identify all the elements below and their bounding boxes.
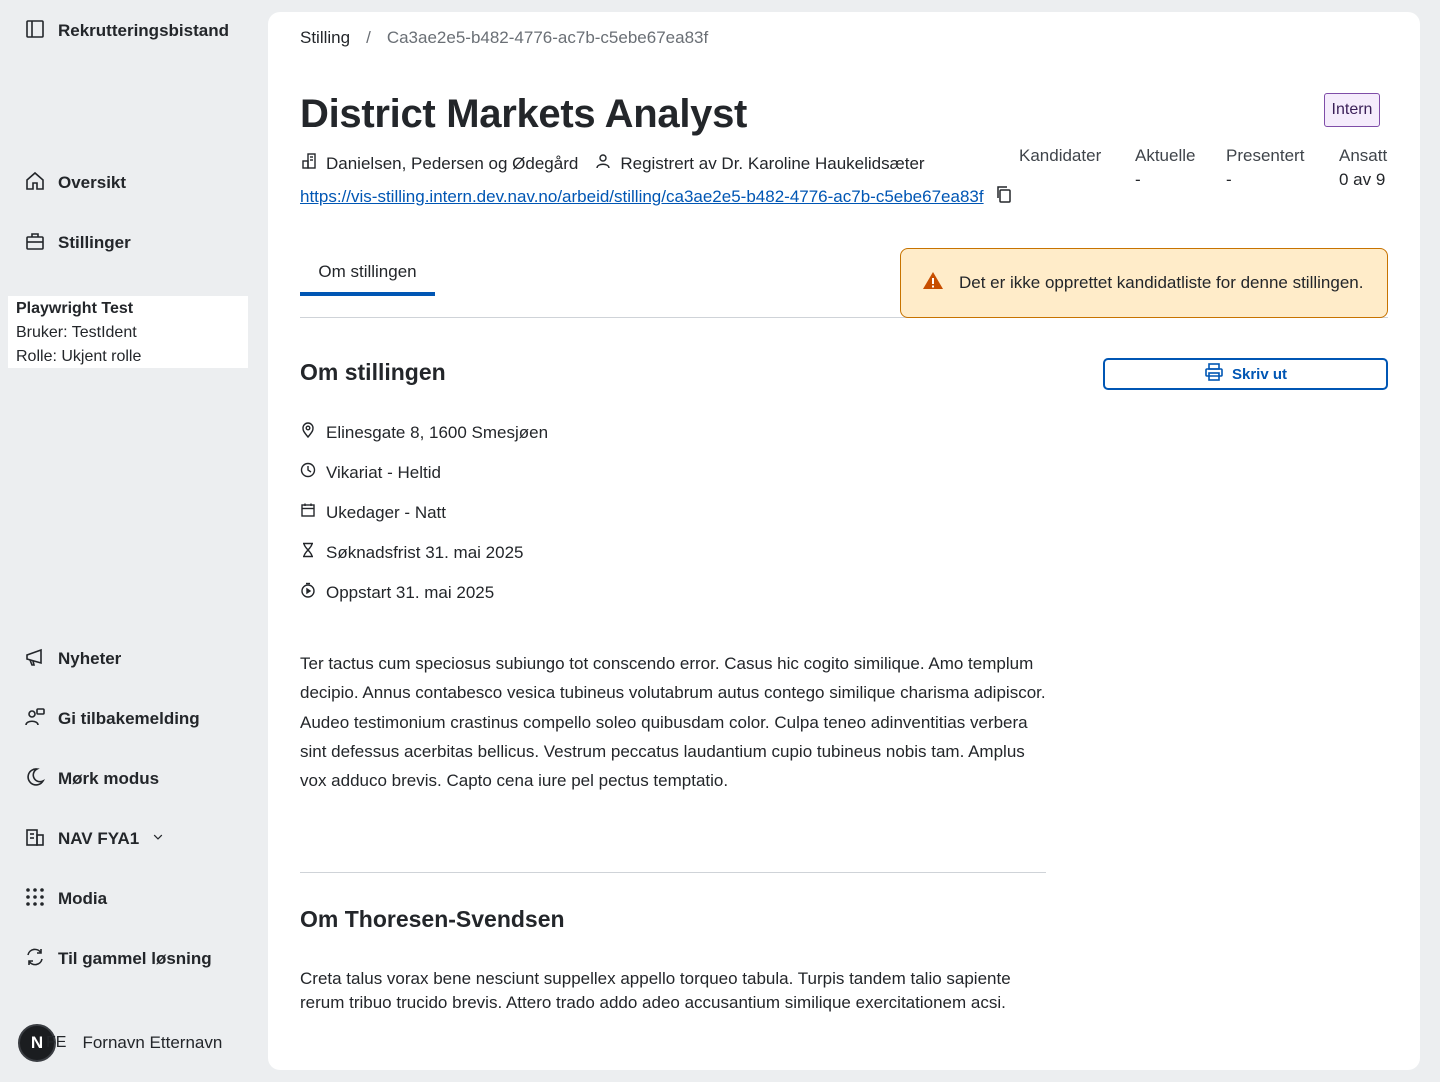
- stat-presentert: Presentert -: [1226, 144, 1304, 192]
- person-icon: [594, 152, 620, 175]
- fact-employment-type: Vikariat - Heltid: [300, 462, 441, 483]
- sidebar-item-label: Gi tilbakemelding: [58, 709, 200, 728]
- sidebar-item-stillinger[interactable]: Stillinger: [24, 228, 131, 258]
- sidebar-item-nyheter[interactable]: Nyheter: [24, 644, 121, 674]
- fact-text: Oppstart 31. mai 2025: [326, 582, 495, 602]
- building-icon: [300, 152, 326, 175]
- copy-icon[interactable]: [994, 184, 1014, 209]
- breadcrumb-current: Ca3ae2e5-b482-4776-ac7b-c5ebe67ea83f: [386, 28, 709, 47]
- job-url-row: https://vis-stilling.intern.dev.nav.no/a…: [300, 184, 1014, 209]
- section-heading-employer: Om Thoresen-Svendsen: [300, 906, 565, 932]
- stat-label: Kandidater: [1019, 146, 1102, 165]
- user-info-role: Rolle: Ukjent rolle: [16, 348, 142, 365]
- fact-start: Oppstart 31. mai 2025: [300, 582, 494, 603]
- calendar-icon: [300, 502, 316, 523]
- people-feedback-icon: [24, 706, 46, 733]
- job-meta: Danielsen, Pedersen og Ødegård Registrer…: [300, 152, 925, 175]
- print-button[interactable]: Skriv ut: [1103, 358, 1388, 390]
- fact-text: Søknadsfrist 31. mai 2025: [326, 542, 524, 562]
- sidebar-item-label: Nyheter: [58, 649, 122, 668]
- print-label: Skriv ut: [1231, 365, 1288, 383]
- buildings-icon: [24, 826, 46, 853]
- sidebar-item-label: Stillinger: [58, 233, 131, 252]
- sidebar-item-label: Til gammel løsning: [58, 949, 212, 968]
- moon-icon: [24, 766, 46, 793]
- location-pin-icon: [300, 422, 316, 443]
- section-heading-about: Om stillingen: [300, 359, 446, 385]
- sidebar-item-office-select[interactable]: NAV FYA1: [24, 824, 165, 854]
- employer-description: Creta talus vorax bene nesciunt suppelle…: [300, 969, 1011, 1012]
- sidebar-item-modia[interactable]: Modia: [24, 884, 107, 914]
- warning-icon: [921, 269, 945, 298]
- stat-ansatt: Ansatt 0 av 9: [1339, 144, 1387, 192]
- page-title: District Markets Analyst: [300, 92, 748, 136]
- sidebar-item-label: NAV FYA1: [58, 829, 140, 848]
- fact-text: Elinesgate 8, 1600 Smesjøen: [326, 422, 549, 442]
- fact-text: Ukedager - Natt: [326, 502, 446, 522]
- stat-value: -: [1135, 170, 1141, 189]
- hourglass-icon: [300, 542, 316, 563]
- sidebar-item-label: Oversikt: [58, 173, 127, 192]
- breadcrumb: Stilling / Ca3ae2e5-b482-4776-ac7b-c5ebe…: [300, 28, 708, 48]
- status-badge: Intern: [1324, 93, 1380, 127]
- stat-kandidater: Kandidater: [1019, 144, 1101, 168]
- stat-value: -: [1226, 170, 1232, 189]
- user-name: Fornavn Etternavn: [82, 1033, 223, 1052]
- fact-deadline: Søknadsfrist 31. mai 2025: [300, 542, 523, 563]
- sidebar-item-feedback[interactable]: Gi tilbakemelding: [24, 704, 200, 734]
- tab-om-stillingen[interactable]: Om stillingen: [300, 258, 435, 296]
- grid-dots-icon: [24, 886, 46, 913]
- job-description: Ter tactus cum speciosus subiungo tot co…: [300, 654, 1046, 791]
- sidebar: Rekrutteringsbistand Oversikt Stillinger…: [0, 0, 260, 1082]
- stat-label: Presentert: [1226, 146, 1305, 165]
- sidebar-item-label: Modia: [58, 889, 108, 908]
- job-url-link[interactable]: https://vis-stilling.intern.dev.nav.no/a…: [300, 187, 984, 207]
- registered-by: Registrert av Dr. Karoline Haukelidsæter: [620, 153, 925, 173]
- user-info-name: Playwright Test: [16, 300, 134, 317]
- stat-value: 0 av 9: [1339, 170, 1386, 189]
- sidebar-item-old-solution[interactable]: Til gammel løsning: [24, 944, 212, 974]
- sidebar-item-label: Mørk modus: [58, 769, 160, 788]
- user-info-box: Playwright Test Bruker: TestIdent Rolle:…: [8, 296, 248, 368]
- sidebar-item-dark-mode[interactable]: Mørk modus: [24, 764, 159, 794]
- arrows-circle-icon: [24, 946, 46, 973]
- fact-text: Vikariat - Heltid: [326, 462, 441, 482]
- section-divider: [300, 872, 1046, 873]
- main-content: Stilling / Ca3ae2e5-b482-4776-ac7b-c5ebe…: [268, 12, 1420, 1070]
- warning-alert: Det er ikke opprettet kandidatliste for …: [900, 248, 1388, 318]
- breadcrumb-root-link[interactable]: Stilling: [300, 28, 350, 48]
- stat-aktuelle: Aktuelle -: [1135, 144, 1195, 192]
- stat-label: Ansatt: [1339, 146, 1388, 165]
- sidebar-item-oversikt[interactable]: Oversikt: [24, 168, 126, 198]
- printer-icon: [1204, 362, 1224, 386]
- house-icon: [24, 170, 46, 197]
- clock-icon: [300, 462, 316, 483]
- breadcrumb-separator: /: [366, 28, 371, 47]
- megaphone-icon: [24, 646, 46, 673]
- user-menu[interactable]: N FE Fornavn Etternavn: [18, 1024, 222, 1062]
- briefcase-icon: [24, 230, 46, 257]
- user-initials: FE: [46, 1034, 67, 1051]
- stat-label: Aktuelle: [1135, 146, 1196, 165]
- fact-location: Elinesgate 8, 1600 Smesjøen: [300, 422, 548, 443]
- app-title-button[interactable]: Rekrutteringsbistand: [24, 16, 229, 46]
- employer-name: Danielsen, Pedersen og Ødegård: [326, 153, 579, 173]
- sidebar-toggle-icon: [24, 18, 46, 45]
- fact-schedule: Ukedager - Natt: [300, 502, 446, 523]
- user-info-user: Bruker: TestIdent: [16, 324, 137, 341]
- app-title: Rekrutteringsbistand: [58, 21, 229, 40]
- chevron-down-icon: [151, 829, 165, 849]
- alert-text: Det er ikke opprettet kandidatliste for …: [959, 273, 1364, 292]
- stopwatch-icon: [300, 582, 316, 603]
